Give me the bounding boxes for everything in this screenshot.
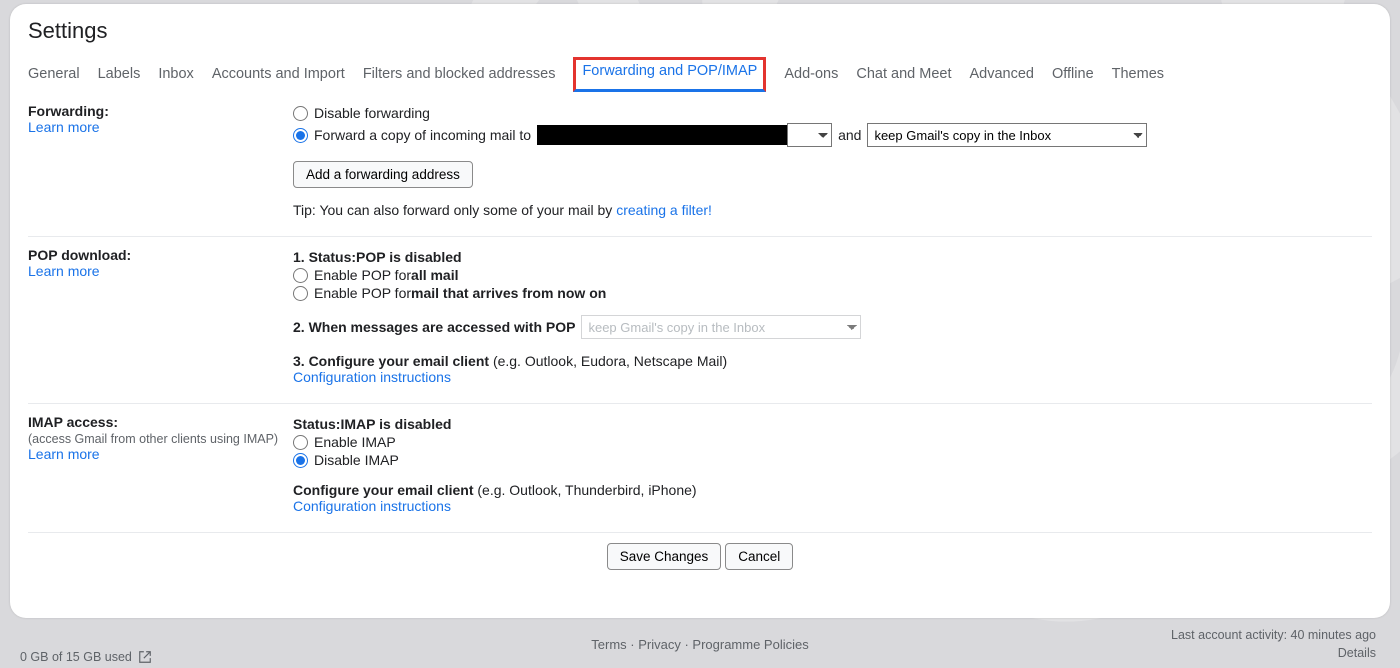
last-activity-text: Last account activity: 40 minutes ago [1171,627,1376,645]
pop-learn-more-link[interactable]: Learn more [28,263,100,279]
storage-usage[interactable]: 0 GB of 15 GB used [20,650,152,664]
imap-status-prefix: Status: [293,416,340,432]
label-pop-all-a: Enable POP for [314,267,411,283]
tab-addons[interactable]: Add-ons [784,60,838,92]
label-pop-all-b: all mail [411,267,458,283]
section-pop: POP download: Learn more 1. Status: POP … [28,237,1372,404]
tab-general[interactable]: General [28,60,80,92]
label-and: and [838,127,861,143]
storage-text: 0 GB of 15 GB used [20,650,132,664]
open-external-icon [138,650,152,664]
section-imap: IMAP access: (access Gmail from other cl… [28,404,1372,533]
pop-heading: POP download: [28,247,283,263]
forwarding-learn-more-link[interactable]: Learn more [28,119,100,135]
pop-configure-b: (e.g. Outlook, Eudora, Netscape Mail) [493,353,727,369]
terms-link[interactable]: Terms [591,637,626,652]
cancel-button[interactable]: Cancel [725,543,793,570]
label-pop-now-b: mail that arrives from now on [411,285,606,301]
imap-configure-b: (e.g. Outlook, Thunderbird, iPhone) [477,482,696,498]
label-enable-imap: Enable IMAP [314,434,396,450]
privacy-link[interactable]: Privacy [638,637,681,652]
radio-pop-all-mail[interactable] [293,268,308,283]
tab-accounts[interactable]: Accounts and Import [212,60,345,92]
action-bar: Save Changes Cancel [28,533,1372,570]
tab-offline[interactable]: Offline [1052,60,1094,92]
pop-status-prefix: 1. Status: [293,249,356,265]
redacted-email [537,125,787,145]
imap-learn-more-link[interactable]: Learn more [28,446,100,462]
tab-labels[interactable]: Labels [98,60,141,92]
footer-links: Terms · Privacy · Programme Policies [591,637,808,652]
imap-status: IMAP is disabled [340,416,451,432]
forward-action-select[interactable]: keep Gmail's copy in the Inbox [867,123,1147,147]
label-disable-imap: Disable IMAP [314,452,399,468]
forward-address-select[interactable] [787,123,832,147]
programme-policies-link[interactable]: Programme Policies [692,637,808,652]
pop-action-select: keep Gmail's copy in the Inbox [581,315,861,339]
imap-heading: IMAP access: [28,414,283,430]
radio-forward-copy[interactable] [293,128,308,143]
forwarding-heading: Forwarding: [28,103,283,119]
add-forwarding-address-button[interactable]: Add a forwarding address [293,161,473,188]
settings-card: Settings General Labels Inbox Accounts a… [10,4,1390,618]
pop-when-label: 2. When messages are accessed with POP [293,319,575,335]
pop-configure-a: 3. Configure your email client [293,353,493,369]
imap-subheading: (access Gmail from other clients using I… [28,432,283,446]
tab-chat-meet[interactable]: Chat and Meet [856,60,951,92]
tab-themes[interactable]: Themes [1112,60,1164,92]
label-forward-copy: Forward a copy of incoming mail to [314,127,531,143]
forwarding-tip-text: Tip: You can also forward only some of y… [293,202,616,218]
page-title: Settings [10,4,1390,52]
settings-tabs: General Labels Inbox Accounts and Import… [10,52,1390,93]
create-filter-link[interactable]: creating a filter! [616,202,712,218]
pop-status: POP is disabled [356,249,462,265]
radio-disable-forwarding[interactable] [293,106,308,121]
save-changes-button[interactable]: Save Changes [607,543,722,570]
radio-enable-imap[interactable] [293,435,308,450]
pop-configuration-link[interactable]: Configuration instructions [293,369,451,385]
tab-inbox[interactable]: Inbox [158,60,193,92]
settings-content: Forwarding: Learn more Disable forwardin… [10,93,1390,588]
radio-disable-imap[interactable] [293,453,308,468]
footer: 0 GB of 15 GB used Terms · Privacy · Pro… [10,622,1390,666]
imap-configure-a: Configure your email client [293,482,477,498]
tab-advanced[interactable]: Advanced [969,60,1034,92]
tab-filters[interactable]: Filters and blocked addresses [363,60,556,92]
label-disable-forwarding: Disable forwarding [314,105,430,121]
radio-pop-from-now[interactable] [293,286,308,301]
imap-configuration-link[interactable]: Configuration instructions [293,498,451,514]
label-pop-now-a: Enable POP for [314,285,411,301]
tab-forwarding-pop-imap[interactable]: Forwarding and POP/IMAP [573,57,766,92]
section-forwarding: Forwarding: Learn more Disable forwardin… [28,93,1372,237]
details-link[interactable]: Details [1338,646,1376,660]
